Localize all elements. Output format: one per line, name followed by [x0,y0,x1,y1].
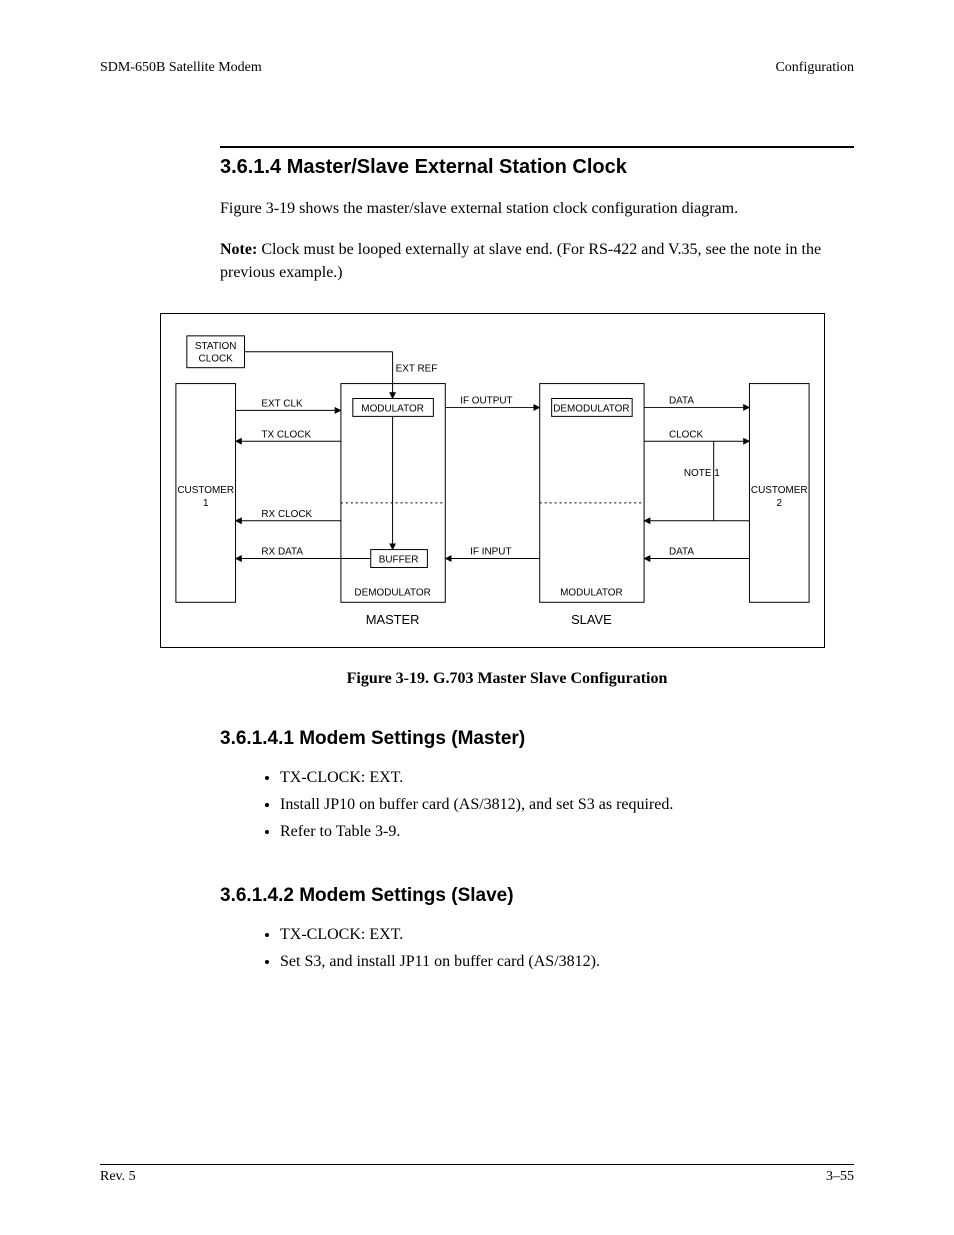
page-header: SDM-650B Satellite Modem Configuration [100,60,854,76]
rx-data-label: RX DATA [261,546,303,557]
ext-ref-label: EXT REF [396,363,438,374]
station-clock-label-1: STATION [195,340,237,351]
data-top-label: DATA [669,395,694,406]
modulator-label: MODULATOR [361,403,424,414]
list-item: TX-CLOCK: EXT. [280,921,854,948]
data-bot-label: DATA [669,546,694,557]
tx-clock-label: TX CLOCK [261,429,311,440]
ext-clk-label: EXT CLK [261,398,303,409]
main-content: 3.6.1.4 Master/Slave External Station Cl… [220,156,854,285]
if-output-label: IF OUTPUT [460,395,512,406]
sub2-list: TX-CLOCK: EXT. Set S3, and install JP11 … [280,921,854,975]
customer2-label-b: 2 [777,497,783,508]
list-item: TX-CLOCK: EXT. [280,764,854,791]
rx-clock-label: RX CLOCK [261,508,312,519]
modulator-bot-label: MODULATOR [560,587,623,598]
figure-caption: Figure 3-19. G.703 Master Slave Configur… [160,670,854,688]
figure-diagram: STATION CLOCK CUSTOMER 1 CUSTOMER 2 MODU… [160,313,825,648]
footer-right: 3–55 [826,1169,854,1185]
clock-label: CLOCK [669,429,704,440]
page-footer: Rev. 5 3–55 [100,1164,854,1185]
list-item: Refer to Table 3-9. [280,818,854,845]
list-item: Install JP10 on buffer card (AS/3812), a… [280,791,854,818]
master-label: MASTER [366,612,420,627]
header-left: SDM-650B Satellite Modem [100,60,262,76]
station-clock-label-2: CLOCK [199,353,234,364]
intro-paragraph: Figure 3-19 shows the master/slave exter… [220,197,854,220]
sub1-list: TX-CLOCK: EXT. Install JP10 on buffer ca… [280,764,854,846]
header-right: Configuration [775,60,854,76]
footer-left: Rev. 5 [100,1169,136,1185]
section-heading: 3.6.1.4 Master/Slave External Station Cl… [220,156,854,179]
sub2-heading: 3.6.1.4.2 Modem Settings (Slave) [220,885,854,907]
slave-label: SLAVE [571,612,612,627]
figure-container: STATION CLOCK CUSTOMER 1 CUSTOMER 2 MODU… [160,313,854,648]
note1-label: NOTE 1 [684,468,720,479]
footer-rule [100,1164,854,1165]
demodulator-top-label: DEMODULATOR [553,403,629,414]
demodulator-bot-label: DEMODULATOR [354,587,430,598]
note-text: Clock must be looped externally at slave… [220,241,821,281]
sub1-heading: 3.6.1.4.1 Modem Settings (Master) [220,728,854,750]
list-item: Set S3, and install JP11 on buffer card … [280,948,854,975]
section-rule [220,146,854,148]
note-label: Note: [220,241,257,258]
subsections: 3.6.1.4.1 Modem Settings (Master) TX-CLO… [220,728,854,976]
if-input-label: IF INPUT [470,546,511,557]
buffer-label: BUFFER [379,554,419,565]
note-paragraph: Note: Clock must be looped externally at… [220,238,854,284]
customer2-label-a: CUSTOMER [751,484,808,495]
customer1-label-a: CUSTOMER [177,484,234,495]
customer1-label-b: 1 [203,497,209,508]
